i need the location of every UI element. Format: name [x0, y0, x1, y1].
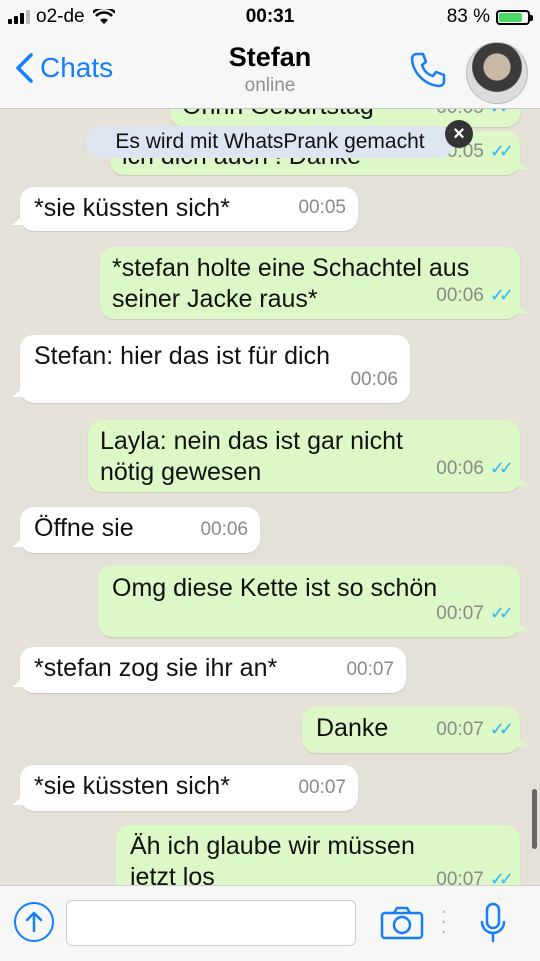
microphone-icon[interactable]	[480, 902, 506, 944]
message-input[interactable]	[66, 900, 356, 946]
message-bubble-outgoing: Omg diese Kette ist so schön 00:07 ✓✓	[98, 565, 528, 637]
double-check-icon: ✓✓	[489, 719, 514, 739]
message-bubble-incoming: *sie küssten sich* 00:07	[12, 765, 358, 811]
banner-close-button[interactable]: ×	[445, 120, 473, 148]
message-time: 00:07	[436, 719, 484, 740]
chat-header: Chats Stefan online	[0, 36, 540, 109]
status-bar: o2-de 00:31 83 %	[0, 0, 540, 36]
contact-info[interactable]: Stefan online	[0, 42, 540, 97]
battery-indicator: 83 %	[446, 6, 533, 28]
message-bubble-incoming: *sie küssten sich* 00:05	[12, 187, 358, 231]
message-time: 00:07	[346, 659, 394, 680]
message-time: 00:06	[350, 369, 398, 390]
message-text: Stefan: hier das ist für dich	[34, 342, 330, 370]
message-time: 00:07	[298, 777, 346, 798]
message-text: Äh ich glaube wir müssen jetzt los	[130, 832, 415, 885]
battery-icon	[496, 9, 533, 25]
message-bubble-outgoing: Äh ich glaube wir müssen jetzt los 00:07…	[116, 825, 520, 885]
attachment-button[interactable]	[14, 902, 54, 942]
double-check-icon: ✓✓	[489, 603, 514, 623]
message-text: Layla: nein das ist gar nicht nötig gewe…	[100, 427, 403, 486]
contact-status: online	[244, 75, 296, 96]
input-bar: · · ·	[0, 885, 540, 961]
double-check-icon: ✓✓	[489, 285, 514, 305]
message-bubble-incoming: Öffne sie 00:06	[12, 507, 260, 553]
message-bubble-incoming: Stefan: hier das ist für dich 00:06	[12, 335, 410, 403]
camera-icon[interactable]	[380, 906, 424, 940]
plus-icon	[25, 911, 43, 933]
battery-percent: 83 %	[446, 6, 490, 27]
message-time: 00:06	[436, 285, 484, 306]
double-check-icon: ✓✓	[490, 109, 514, 123]
message-bubble-outgoing: *stefan holte eine Schachtel aus seiner …	[100, 247, 528, 319]
message-bubble-outgoing: Danke 00:07 ✓✓	[302, 707, 528, 753]
message-time: 00:07	[436, 869, 484, 885]
message-time: 00:06	[200, 519, 248, 540]
avatar[interactable]	[466, 42, 528, 104]
double-check-icon: ✓✓	[489, 141, 514, 161]
double-check-icon: ✓✓	[489, 458, 514, 478]
divider-dots: · · ·	[440, 898, 448, 943]
message-text: *stefan holte eine Schachtel aus seiner …	[112, 254, 470, 313]
phone-icon[interactable]	[408, 50, 448, 90]
message-list[interactable]: Ohhh Geburtstag 00:05✓✓ ich dich auch ! …	[0, 109, 540, 885]
contact-name: Stefan	[228, 42, 312, 72]
message-time: 00:07	[436, 603, 484, 624]
whatsprank-banner: Es wird mit WhatsPrank gemacht	[86, 126, 454, 158]
message-text: *stefan zog sie ihr an*	[34, 654, 278, 682]
message-bubble-outgoing: Layla: nein das ist gar nicht nötig gewe…	[88, 420, 528, 492]
scrollbar[interactable]	[532, 789, 537, 849]
message-bubble-incoming: *stefan zog sie ihr an* 00:07	[12, 647, 406, 693]
message-time: 00:05	[298, 197, 346, 218]
message-time: 00:06	[436, 458, 484, 479]
double-check-icon: ✓✓	[489, 869, 514, 885]
